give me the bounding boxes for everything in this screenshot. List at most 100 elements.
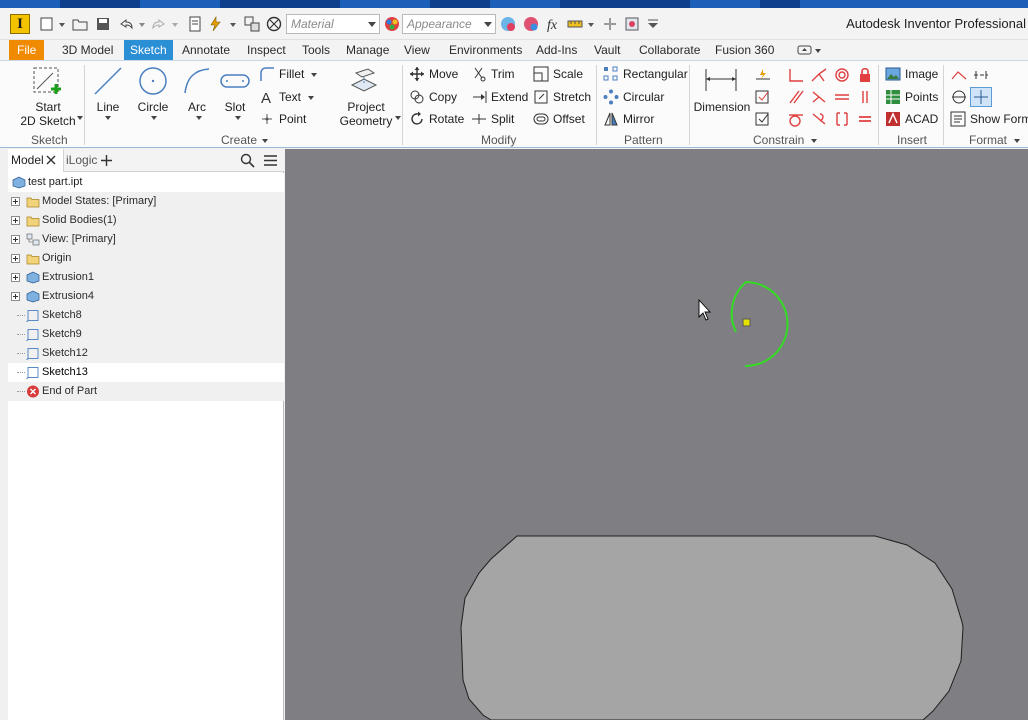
graphics-viewport[interactable]: [285, 149, 1028, 720]
slot-icon[interactable]: [219, 71, 251, 91]
horizontal-constraint-icon[interactable]: [833, 89, 851, 105]
trim-button[interactable]: Trim: [471, 65, 515, 83]
circle-icon[interactable]: [137, 65, 169, 97]
insert-image-button[interactable]: Image: [885, 65, 938, 83]
text-button[interactable]: A Text: [259, 88, 315, 106]
undo-icon[interactable]: [117, 15, 135, 33]
tab-file[interactable]: File: [9, 40, 45, 60]
measure-dropdown-icon[interactable]: [586, 15, 596, 33]
tree-node-model-states-primary[interactable]: Model States: [Primary]: [8, 192, 284, 211]
update-dropdown-icon[interactable]: [228, 15, 238, 33]
tab-vault[interactable]: Vault: [588, 40, 626, 60]
material-dropdown[interactable]: Material: [286, 14, 380, 34]
tree-node-view-primary[interactable]: View: [Primary]: [8, 230, 284, 249]
tab-environments[interactable]: Environments: [443, 40, 528, 60]
update-lightning-icon[interactable]: [207, 15, 225, 33]
dimension-button[interactable]: Dimension: [692, 100, 752, 114]
sketch-settings-icon[interactable]: [623, 15, 641, 33]
dimension-icon[interactable]: [704, 67, 738, 93]
show-constraints-icon[interactable]: [754, 89, 772, 105]
tab-fusion-360[interactable]: Fusion 360: [709, 40, 780, 60]
tab-add-ins[interactable]: Add-Ins: [530, 40, 583, 60]
tab-collaborate[interactable]: Collaborate: [633, 40, 706, 60]
project-geometry-icon[interactable]: [348, 65, 380, 97]
rectangular-pattern-button[interactable]: Rectangular: [603, 65, 688, 83]
move-button[interactable]: Move: [409, 65, 458, 83]
circular-pattern-button[interactable]: Circular: [603, 88, 664, 106]
expand-plus-icon[interactable]: [11, 292, 20, 301]
add-tab-icon[interactable]: [101, 155, 112, 166]
vertical-constraint-icon[interactable]: [856, 89, 874, 105]
search-icon[interactable]: [240, 153, 255, 168]
arc-icon[interactable]: [181, 65, 213, 97]
driven-dimension-toggle[interactable]: [970, 87, 992, 107]
chevron-down-icon[interactable]: [105, 116, 111, 120]
expand-plus-icon[interactable]: [11, 273, 20, 282]
tree-node-extrusion1[interactable]: Extrusion1: [8, 268, 284, 287]
tab-annotate[interactable]: Annotate: [176, 40, 236, 60]
perpendicular-constraint-icon[interactable]: [787, 67, 805, 83]
tree-node-sketch9[interactable]: Sketch9: [8, 325, 284, 344]
tab-model[interactable]: Model: [8, 149, 64, 172]
fillet-button[interactable]: Fillet: [259, 65, 318, 83]
open-folder-icon[interactable]: [71, 15, 89, 33]
slot-button[interactable]: Slot: [218, 100, 252, 114]
chevron-down-icon[interactable]: [151, 116, 157, 120]
start-2d-sketch-button[interactable]: Start 2D Sketch: [18, 100, 78, 128]
center-point-icon[interactable]: [950, 89, 968, 105]
project-geometry-button[interactable]: Project Geometry: [334, 100, 398, 128]
offset-button[interactable]: Offset: [533, 110, 585, 128]
parallel-constraint-icon[interactable]: [787, 89, 805, 105]
tab-ilogic[interactable]: iLogic: [66, 153, 97, 167]
appearance-palette-icon[interactable]: [383, 15, 401, 33]
tree-node-sketch13[interactable]: Sketch13: [8, 363, 284, 382]
tab-view[interactable]: View: [398, 40, 436, 60]
new-file-icon[interactable]: [38, 15, 56, 33]
select-filter-icon[interactable]: [243, 15, 261, 33]
tab-inspect[interactable]: Inspect: [241, 40, 292, 60]
tab-sketch[interactable]: Sketch: [124, 40, 173, 60]
construction-line-icon[interactable]: [950, 67, 968, 83]
line-icon[interactable]: [92, 65, 124, 97]
tree-node-origin[interactable]: Origin: [8, 249, 284, 268]
rotate-button[interactable]: Rotate: [409, 110, 464, 128]
chevron-down-icon[interactable]: [235, 116, 241, 120]
centerline-icon[interactable]: [972, 67, 990, 83]
tree-node-end-of-part[interactable]: End of Part: [8, 382, 284, 401]
appearance-dropdown[interactable]: Appearance: [402, 14, 496, 34]
expand-plus-icon[interactable]: [11, 254, 20, 263]
measure-icon[interactable]: [566, 15, 584, 33]
save-icon[interactable]: [94, 15, 112, 33]
start-2d-sketch-icon[interactable]: [31, 65, 63, 97]
scale-button[interactable]: Scale: [533, 65, 583, 83]
symmetric-constraint-icon[interactable]: [833, 111, 851, 127]
customize-toolbar-icon[interactable]: [644, 15, 662, 33]
adjust-appearance-icon[interactable]: [499, 15, 517, 33]
tree-root[interactable]: test part.ipt: [8, 173, 284, 192]
chevron-down-icon[interactable]: [77, 116, 83, 120]
redo-icon[interactable]: [150, 15, 168, 33]
tree-node-solid-bodies-1[interactable]: Solid Bodies(1): [8, 211, 284, 230]
tab-3d-model[interactable]: 3D Model: [56, 40, 119, 60]
constraint-settings-icon[interactable]: [754, 111, 772, 127]
center-point-marker[interactable]: [742, 318, 751, 327]
stretch-button[interactable]: Stretch: [533, 88, 591, 106]
tree-node-sketch12[interactable]: Sketch12: [8, 344, 284, 363]
auto-dimension-icon[interactable]: [754, 67, 772, 83]
sketch-arc[interactable]: [730, 280, 789, 368]
tab-tools[interactable]: Tools: [296, 40, 336, 60]
copy-button[interactable]: Copy: [409, 88, 457, 106]
ribbon-display-options-icon[interactable]: [797, 43, 823, 57]
tree-node-extrusion4[interactable]: Extrusion4: [8, 287, 284, 306]
panel-title-constrain[interactable]: Constrain: [753, 133, 818, 147]
equal-constraint-icon[interactable]: [856, 111, 874, 127]
mirror-button[interactable]: Mirror: [603, 110, 654, 128]
collinear-constraint-icon[interactable]: [810, 89, 828, 105]
line-button[interactable]: Line: [90, 100, 126, 114]
undo-dropdown-icon[interactable]: [137, 15, 147, 33]
split-button[interactable]: Split: [471, 110, 514, 128]
expand-plus-icon[interactable]: [11, 235, 20, 244]
part-face[interactable]: [460, 535, 964, 720]
document-icon[interactable]: [186, 15, 204, 33]
coincident-constraint-icon[interactable]: [810, 67, 828, 83]
